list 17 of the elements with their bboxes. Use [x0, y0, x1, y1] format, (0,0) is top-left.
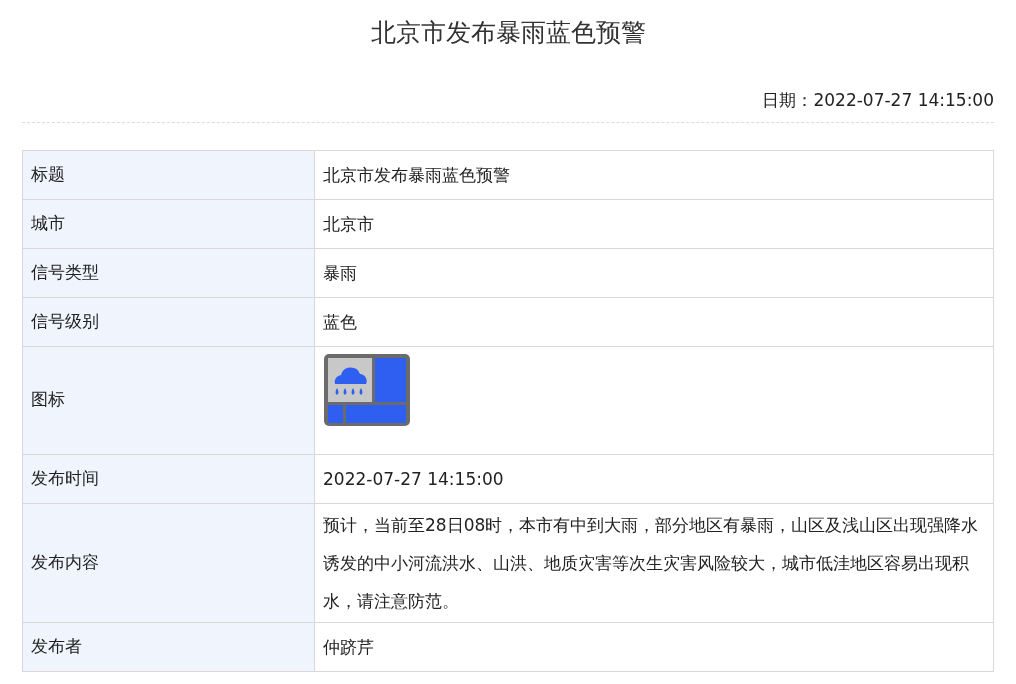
field-value: 北京市 [314, 199, 994, 248]
field-label: 信号级别 [22, 297, 315, 346]
field-value: 2022-07-27 14:15:00 [314, 454, 994, 503]
field-value: 仲跻芹 [314, 622, 994, 671]
field-label: 标题 [22, 150, 315, 199]
field-label: 发布时间 [22, 454, 315, 503]
field-value: 暴雨 [314, 248, 994, 297]
field-label: 城市 [22, 199, 315, 248]
field-label: 发布者 [22, 622, 315, 671]
field-label: 图标 [22, 346, 315, 454]
field-value: 北京市发布暴雨蓝色预警 [314, 150, 994, 199]
field-label: 发布内容 [22, 503, 315, 622]
field-label: 信号类型 [22, 248, 315, 297]
publish-date: 日期：2022-07-27 14:15:00 [762, 89, 994, 112]
field-value: 蓝色 [314, 297, 994, 346]
page-title: 北京市发布暴雨蓝色预警 [369, 17, 647, 49]
field-value: 预计，当前至28日08时，本市有中到大雨，部分地区有暴雨，山区及浅山区出现强降水诱发的中小河流洪水、山洪、地质灾害等次生灾害风险较大，城市低洼地区容易出现积水，请注意防范。 [314, 503, 994, 622]
